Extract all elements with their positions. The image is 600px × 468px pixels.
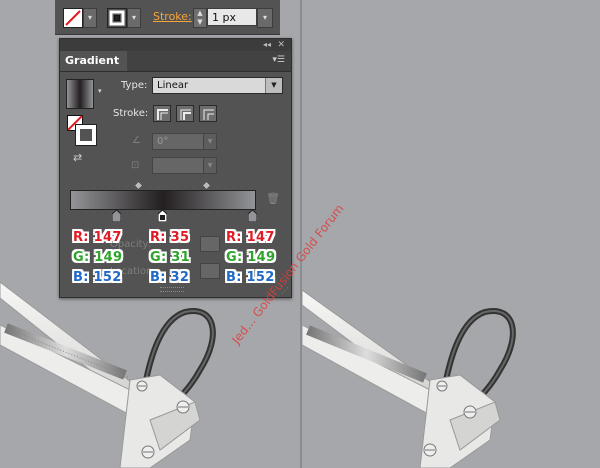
type-value: Linear bbox=[157, 80, 189, 91]
stroke-weight-field[interactable]: 1 px bbox=[207, 8, 257, 26]
gradient-preview-swatch[interactable] bbox=[66, 79, 94, 109]
stop2-b-label: B: 32 bbox=[150, 270, 190, 285]
stop3-r-label: R: 147 bbox=[226, 230, 275, 245]
type-label: Type: bbox=[121, 80, 148, 91]
aspect-ratio-icon: ⊡ bbox=[131, 160, 140, 171]
angle-dropdown-icon: ▼ bbox=[203, 134, 216, 149]
color-stop-middle[interactable] bbox=[158, 210, 167, 222]
preview-dropdown-icon[interactable]: ▾ bbox=[98, 87, 102, 95]
stop1-b-label: B: 152 bbox=[73, 270, 122, 285]
gradient-slider[interactable] bbox=[70, 190, 256, 210]
tab-gradient[interactable]: Gradient bbox=[60, 51, 128, 71]
angle-icon: ∠ bbox=[132, 135, 141, 146]
lamp-illustration-right bbox=[302, 289, 516, 468]
panel-title-bar[interactable]: ◂◂ ✕ bbox=[60, 39, 291, 51]
panel-resize-grip[interactable] bbox=[160, 287, 184, 292]
stroke-box-icon[interactable] bbox=[75, 124, 97, 146]
close-icon[interactable]: ✕ bbox=[277, 39, 285, 51]
stroke-along-icon bbox=[180, 109, 191, 120]
stop3-b-label: B: 152 bbox=[226, 270, 275, 285]
control-bar: ▾ ▾ Stroke: ▲ ▼ 1 px ▾ bbox=[55, 0, 280, 35]
aspect-dropdown-icon: ▼ bbox=[203, 158, 216, 173]
stroke-along-button[interactable] bbox=[176, 105, 194, 122]
stop3-g-label: G: 149 bbox=[226, 250, 276, 265]
midpoint-diamond-left[interactable] bbox=[133, 180, 144, 191]
midpoint-diamond-right[interactable] bbox=[201, 180, 212, 191]
stroke-gradient-label: Stroke: bbox=[113, 108, 149, 119]
stroke-within-button[interactable] bbox=[153, 105, 171, 122]
stop2-g-label: G: 31 bbox=[150, 250, 190, 265]
fill-swatch[interactable] bbox=[63, 8, 83, 28]
panel-tab-bar: Gradient ▾☰ bbox=[60, 51, 291, 72]
type-select[interactable]: Linear ▼ bbox=[152, 77, 283, 94]
panel-menu-icon[interactable]: ▾☰ bbox=[272, 55, 285, 65]
collapse-icon[interactable]: ◂◂ bbox=[263, 39, 271, 51]
angle-field[interactable]: 0° ▼ bbox=[152, 133, 217, 150]
stroke-across-button[interactable] bbox=[199, 105, 217, 122]
stroke-swatch[interactable] bbox=[107, 8, 127, 28]
stop2-r-label: R: 35 bbox=[150, 230, 190, 245]
color-stop-left[interactable] bbox=[112, 210, 121, 222]
stroke-weight-stepper[interactable]: ▲ ▼ bbox=[193, 8, 207, 28]
stroke-dropdown[interactable]: ▾ bbox=[127, 8, 141, 28]
color-stop-right[interactable] bbox=[248, 210, 257, 222]
none-slash-icon bbox=[65, 10, 81, 26]
location-field[interactable] bbox=[200, 263, 220, 279]
stroke-across-icon bbox=[203, 109, 214, 120]
stroke-square-icon bbox=[109, 10, 125, 26]
stop1-g-label: G: 149 bbox=[73, 250, 123, 265]
stroke-weight-dropdown[interactable]: ▾ bbox=[257, 8, 273, 28]
stroke-label[interactable]: Stroke: bbox=[153, 10, 192, 23]
trash-icon[interactable]: 🗑 bbox=[266, 192, 280, 205]
stop1-r-label: R: 147 bbox=[73, 230, 122, 245]
angle-value: 0° bbox=[157, 136, 169, 147]
tab-gradient-label: Gradient bbox=[65, 54, 120, 67]
opacity-field[interactable] bbox=[200, 236, 220, 252]
artboard-right[interactable] bbox=[302, 0, 600, 468]
reverse-gradient-icon[interactable]: ⇄ bbox=[73, 151, 89, 165]
chevron-down-icon: ▼ bbox=[265, 78, 282, 93]
stroke-within-icon bbox=[157, 109, 168, 120]
fill-dropdown[interactable]: ▾ bbox=[83, 8, 97, 28]
aspect-ratio-field[interactable]: ▼ bbox=[152, 157, 217, 174]
